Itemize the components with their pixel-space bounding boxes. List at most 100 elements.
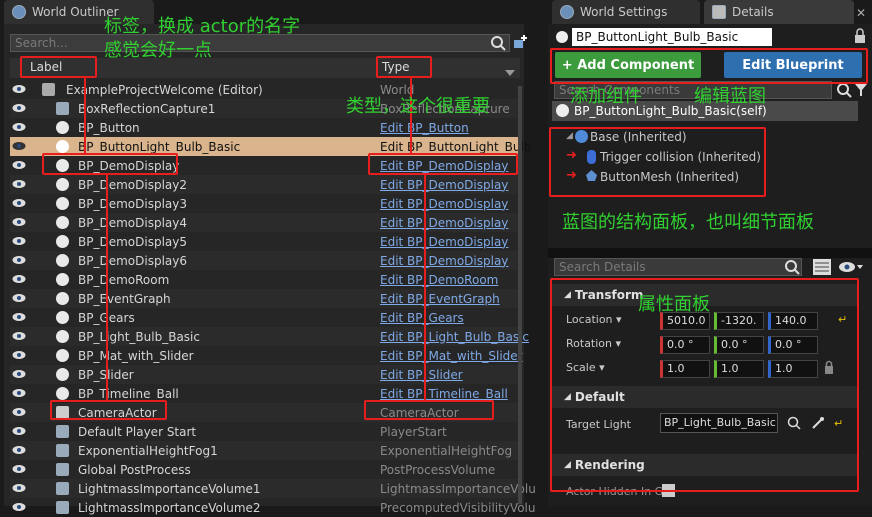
edit-blueprint-link[interactable]: Edit BP_Light_Bulb_Basic [380,330,529,344]
actor-icon [56,425,69,438]
table-row[interactable]: BP_DemoDisplay3 Edit BP_DemoDisplay [10,194,520,213]
table-row[interactable]: Global PostProcess PostProcessVolume [10,460,520,479]
visibility-eye-icon[interactable] [12,312,26,322]
search-details-input[interactable]: Search Details [554,258,802,276]
highlight-label-header [20,56,97,78]
table-row[interactable]: BP_DemoDisplay2 Edit BP_DemoDisplay [10,175,520,194]
row-type: ExponentialHeightFog [380,443,513,458]
visibility-eye-icon[interactable] [12,331,26,341]
add-folder-icon[interactable] [512,34,528,50]
grid-view-icon[interactable] [812,258,832,276]
edit-blueprint-link[interactable]: Edit BP_DemoDisplay [380,178,508,192]
globe-icon [560,5,574,19]
table-row[interactable]: BP_SliderEdit BP_Slider [10,365,520,384]
annotation-properties-panel: 属性面板 [638,294,710,315]
eye-options-icon[interactable] [838,260,864,274]
visibility-eye-icon[interactable] [12,369,26,379]
actor-icon [56,463,69,476]
visibility-eye-icon[interactable] [12,179,26,189]
tab-details[interactable]: Details [704,0,854,24]
row-type: PrecomputedVisibilityVolu [380,500,536,515]
row-label: BP_DemoDisplay5 [78,234,187,249]
close-icon[interactable]: ✕ [856,6,866,20]
blueprint-sphere-icon [56,197,69,210]
visibility-eye-icon[interactable] [12,464,26,474]
actor-name-field[interactable]: BP_ButtonLight_Bulb_Basic [572,28,772,46]
table-row[interactable]: BP_Light_Bulb_Basic Edit BP_Light_Bulb_Ba… [10,327,529,346]
row-label: ExampleProjectWelcome (Editor) [66,82,263,97]
visibility-eye-icon[interactable] [12,141,26,151]
visibility-eye-icon[interactable] [12,198,26,208]
tab-world-settings[interactable]: World Settings [552,0,700,24]
table-row[interactable]: BP_DemoDisplay6 Edit BP_DemoDisplay [10,251,520,270]
table-row[interactable]: BP_DemoDisplay4 Edit BP_DemoDisplay [10,213,520,232]
edit-blueprint-link[interactable]: Edit BP_Button [380,121,469,135]
visibility-eye-icon[interactable] [12,84,26,94]
visibility-eye-icon[interactable] [12,483,26,493]
edit-blueprint-link[interactable]: Edit BP_Gears [380,311,464,325]
table-row[interactable]: LightmassImportanceVolume2 PrecomputedVis… [10,498,535,517]
search-icon[interactable] [784,259,800,275]
table-row[interactable]: ExponentialHeightFog1 ExponentialHeightFo… [10,441,520,460]
highlight-cameraactor [50,400,167,420]
row-label: LightmassImportanceVolume1 [78,481,261,496]
row-label: BP_EventGraph [78,291,171,306]
visibility-eye-icon[interactable] [12,236,26,246]
edit-blueprint-link[interactable]: Edit BP_EventGraph [380,292,500,306]
visibility-eye-icon[interactable] [12,103,26,113]
table-row[interactable]: BP_DemoDisplay5 Edit BP_DemoDisplay [10,232,520,251]
visibility-eye-icon[interactable] [12,122,26,132]
arrow-line [106,175,108,400]
blueprint-sphere-icon [56,216,69,229]
lock-icon[interactable] [854,28,866,44]
panel-divider[interactable] [548,248,872,258]
table-row[interactable]: LightmassImportanceVolume1 LightmassImpor… [10,479,536,498]
visibility-eye-icon[interactable] [12,407,26,417]
table-row[interactable]: BP_DemoRoom Edit BP_DemoRoom [10,270,520,289]
table-row[interactable]: Default Player Start PlayerStart [10,422,520,441]
arrow-line [424,175,426,400]
actor-icon [56,444,69,457]
visibility-eye-icon[interactable] [12,217,26,227]
edit-blueprint-link[interactable]: Edit BP_Slider [380,368,463,382]
blueprint-sphere-icon [56,311,69,324]
edit-blueprint-link[interactable]: Edit BP_DemoDisplay [380,254,508,268]
edit-blueprint-link[interactable]: Edit BP_DemoDisplay [380,235,508,249]
column-dropdown-icon[interactable] [505,70,515,78]
row-label: Default Player Start [78,424,197,439]
visibility-eye-icon[interactable] [12,426,26,436]
search-icon[interactable] [836,82,852,98]
blueprint-sphere-icon [56,140,69,153]
blueprint-sphere-icon [56,368,69,381]
visibility-eye-icon[interactable] [12,445,26,455]
edit-blueprint-link[interactable]: Edit BP_DemoDisplay [380,216,508,230]
edit-blueprint-link[interactable]: Edit BP_DemoRoom [380,273,498,287]
table-row[interactable]: BP_EventGraph Edit BP_EventGraph [10,289,520,308]
visibility-eye-icon[interactable] [12,388,26,398]
visibility-eye-icon[interactable] [12,274,26,284]
row-label: BP_Light_Bulb_Basic [78,329,200,344]
filter-icon[interactable] [854,82,868,98]
edit-blueprint-link[interactable]: Edit BP_Mat_with_Slider [380,349,523,363]
edit-blueprint-link[interactable]: Edit BP_Timeline_Ball [380,387,508,401]
visibility-eye-icon[interactable] [12,350,26,360]
table-row[interactable]: BP_Mat_with_Slider Edit BP_Mat_with_Slide… [10,346,523,365]
table-row[interactable]: BP_Button Edit BP_Button [10,118,520,137]
visibility-eye-icon[interactable] [12,255,26,265]
search-icon[interactable] [490,35,506,51]
row-label: LightmassImportanceVolume2 [78,500,261,515]
blueprint-sphere-icon [56,387,69,400]
visibility-eye-icon[interactable] [12,160,26,170]
blueprint-sphere-icon [56,178,69,191]
edit-blueprint-link[interactable]: Edit BP_DemoDisplay [380,197,508,211]
visibility-eye-icon[interactable] [12,502,26,512]
outliner-scrollbar[interactable] [518,86,522,504]
highlight-edit-demodisplay [368,153,518,175]
actor-sphere-icon [556,31,568,43]
arrow-line [84,78,86,153]
annotation-type-note: 类型，这个很重要 [346,96,490,117]
search-placeholder: Search... [15,36,68,50]
table-row[interactable]: BP_GearsEdit BP_Gears [10,308,520,327]
visibility-eye-icon[interactable] [12,293,26,303]
annotation-label-note-1: 标签，换成 actor的名字 [104,16,301,37]
